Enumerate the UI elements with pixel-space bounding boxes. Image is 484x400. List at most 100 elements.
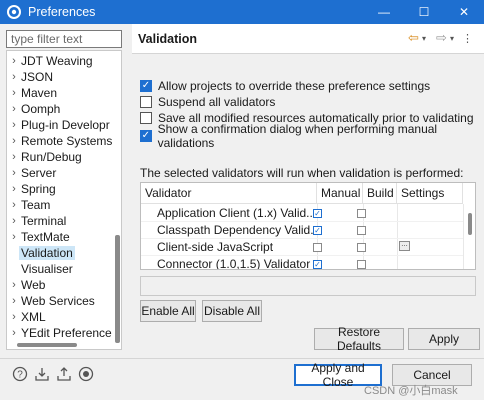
title-bar: Preferences — ☐ ✕: [0, 0, 484, 24]
column-header-build[interactable]: Build: [363, 183, 397, 203]
chevron-right-icon[interactable]: ›: [7, 71, 21, 83]
option-checkbox[interactable]: ✓: [140, 130, 152, 142]
restore-defaults-button[interactable]: Restore Defaults: [314, 325, 404, 353]
tree-item[interactable]: › JSON: [7, 69, 115, 85]
chevron-right-icon[interactable]: ›: [7, 183, 21, 195]
chevron-right-icon[interactable]: ›: [7, 231, 21, 243]
chevron-right-icon[interactable]: ›: [7, 167, 21, 179]
chevron-right-icon[interactable]: ›: [7, 55, 21, 67]
tree-item-label: Web: [21, 278, 46, 292]
chevron-right-icon[interactable]: ›: [7, 119, 21, 131]
tree-item[interactable]: › Terminal: [7, 213, 115, 229]
tree-item-label: YEdit Preference: [21, 326, 112, 340]
option-checkbox-row[interactable]: ✓ Show a confirmation dialog when perform…: [140, 122, 484, 150]
tree-item-label: XML: [21, 310, 46, 324]
tree-scrollbar-thumb[interactable]: [115, 235, 120, 343]
option-checkbox[interactable]: [140, 112, 152, 124]
chevron-right-icon[interactable]: ›: [7, 103, 21, 115]
option-label: Suspend all validators: [158, 95, 276, 109]
tree-item[interactable]: Visualiser: [7, 261, 115, 277]
chevron-right-icon[interactable]: ›: [7, 279, 21, 291]
back-dropdown-icon[interactable]: ▾: [422, 31, 426, 45]
option-checkbox-row[interactable]: Suspend all validators: [140, 94, 275, 110]
build-checkbox[interactable]: [357, 226, 366, 235]
record-icon[interactable]: [78, 366, 94, 382]
tree-item-label: JSON: [21, 70, 54, 84]
tree-hscrollbar-thumb[interactable]: [17, 343, 77, 347]
chevron-right-icon[interactable]: ›: [7, 135, 21, 147]
tree-item-label: Validation: [19, 246, 75, 260]
close-button[interactable]: ✕: [446, 0, 482, 24]
option-checkbox-row[interactable]: ✓ Allow projects to override these prefer…: [140, 78, 430, 94]
view-menu-icon[interactable]: ⋮: [462, 31, 473, 45]
forward-dropdown-icon[interactable]: ▾: [450, 31, 454, 45]
maximize-button[interactable]: ☐: [406, 0, 442, 24]
chevron-right-icon[interactable]: ›: [7, 215, 21, 227]
manual-checkbox[interactable]: ✓: [313, 260, 322, 269]
disable-all-button[interactable]: Disable All: [202, 300, 262, 322]
import-icon[interactable]: [34, 366, 50, 382]
chevron-right-icon[interactable]: ›: [7, 311, 21, 323]
help-icon[interactable]: ?: [12, 366, 28, 382]
tree-item[interactable]: › Oomph: [7, 101, 115, 117]
export-icon[interactable]: [56, 366, 72, 382]
validation-page: Validation ⇦ ▾ ⇨ ▾ ⋮ ✓ Allow projects to …: [132, 24, 484, 358]
chevron-right-icon[interactable]: ›: [7, 199, 21, 211]
tree-item[interactable]: › Web Services: [7, 293, 115, 309]
chevron-right-icon[interactable]: ›: [7, 87, 21, 99]
tree-item-label: Terminal: [21, 214, 67, 228]
tree-item-label: TextMate: [21, 230, 70, 244]
table-row[interactable]: Connector (1.0,1.5) Validator ✓: [141, 256, 463, 269]
table-scrollbar-thumb[interactable]: [468, 213, 472, 235]
minimize-button[interactable]: —: [366, 0, 402, 24]
manual-checkbox[interactable]: [313, 243, 322, 252]
manual-checkbox[interactable]: ✓: [313, 209, 322, 218]
tree-item-label: JDT Weaving: [21, 54, 93, 68]
preference-tree: › JDT Weaving › JSON › Maven › Oomph › Plug-in De…: [6, 50, 122, 350]
chevron-right-icon[interactable]: ›: [7, 327, 21, 339]
build-checkbox[interactable]: [357, 260, 366, 269]
settings-button[interactable]: …: [399, 241, 410, 251]
column-divider: [463, 204, 464, 269]
table-row[interactable]: Classpath Dependency Valid... ✓: [141, 222, 463, 239]
tree-item[interactable]: › Server: [7, 165, 115, 181]
column-header-validator[interactable]: Validator: [141, 183, 317, 203]
enable-all-button[interactable]: Enable All: [140, 300, 196, 322]
tree-item[interactable]: Validation: [7, 245, 115, 261]
tree-item[interactable]: › XML: [7, 309, 115, 325]
back-arrow-icon[interactable]: ⇦: [408, 30, 419, 45]
tree-item[interactable]: › YEdit Preference: [7, 325, 115, 341]
column-header-settings[interactable]: Settings: [397, 183, 463, 203]
build-checkbox[interactable]: [357, 243, 366, 252]
table-details-area: [140, 276, 476, 296]
chevron-right-icon[interactable]: ›: [7, 151, 21, 163]
apply-button[interactable]: Apply: [408, 328, 480, 350]
tree-item[interactable]: › Spring: [7, 181, 115, 197]
preferences-app-icon: [7, 5, 21, 19]
tree-item[interactable]: › Remote Systems: [7, 133, 115, 149]
tree-item[interactable]: › JDT Weaving: [7, 53, 115, 69]
tree-item[interactable]: › TextMate: [7, 229, 115, 245]
tree-item[interactable]: › Plug-in Developr: [7, 117, 115, 133]
tree-item[interactable]: › Team: [7, 197, 115, 213]
tree-item[interactable]: › Maven: [7, 85, 115, 101]
validator-name: Application Client (1.x) Valid...: [157, 206, 313, 220]
option-checkbox[interactable]: [140, 96, 152, 108]
validator-name: Client-side JavaScript: [157, 240, 274, 254]
filter-input[interactable]: [6, 30, 122, 48]
tree-item[interactable]: › Web: [7, 277, 115, 293]
table-row[interactable]: Application Client (1.x) Valid... ✓: [141, 205, 463, 222]
window-title: Preferences: [28, 5, 96, 19]
footer-divider: [0, 358, 484, 359]
tree-item[interactable]: › Run/Debug: [7, 149, 115, 165]
page-title: Validation: [138, 32, 198, 46]
manual-checkbox[interactable]: ✓: [313, 226, 322, 235]
table-row[interactable]: Client-side JavaScript …: [141, 239, 463, 256]
tree-item-label: Maven: [21, 86, 58, 100]
column-header-manual[interactable]: Manual: [317, 183, 363, 203]
validators-table: Validator Manual Build Settings Applicat…: [140, 182, 476, 270]
chevron-right-icon[interactable]: ›: [7, 295, 21, 307]
build-checkbox[interactable]: [357, 209, 366, 218]
forward-arrow-icon[interactable]: ⇨: [436, 30, 447, 45]
option-checkbox[interactable]: ✓: [140, 80, 152, 92]
